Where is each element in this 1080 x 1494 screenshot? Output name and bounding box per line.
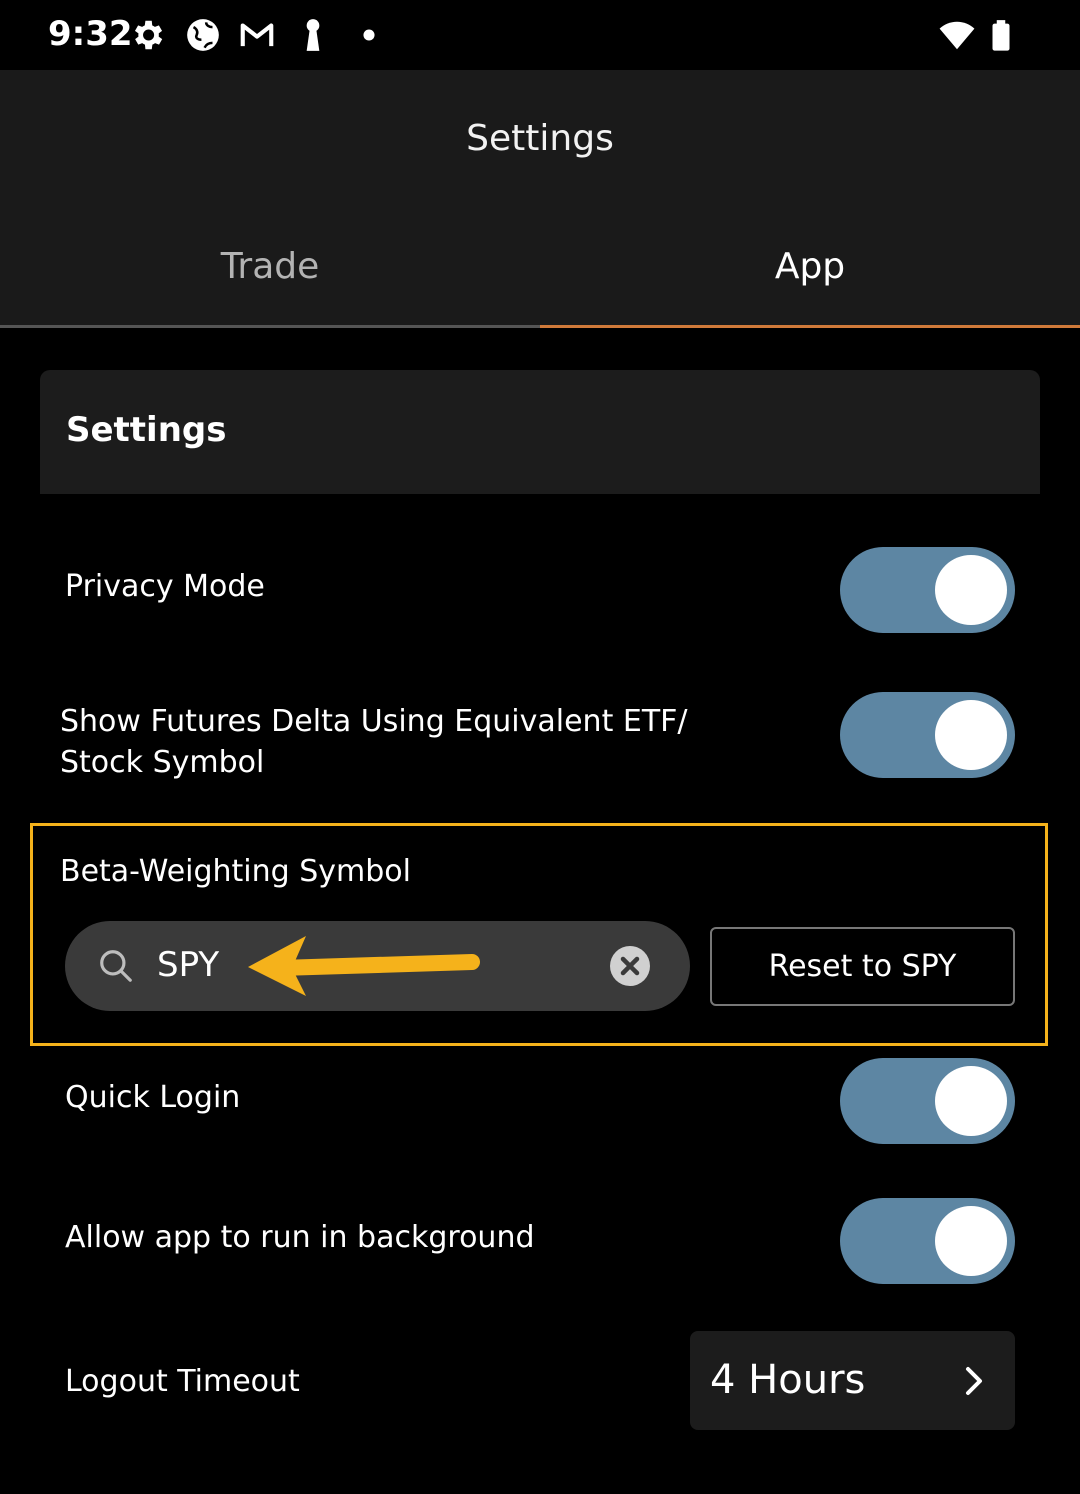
search-icon [100,950,132,982]
annotation-arrow-icon [248,936,480,996]
settings-section-header: Settings [40,370,1040,494]
logout-timeout-value: 4 Hours [710,1357,866,1403]
quick-login-toggle[interactable] [840,1058,1015,1144]
background-toggle[interactable] [840,1198,1015,1284]
toggle-knob [935,555,1007,625]
tab-trade[interactable]: Trade [0,246,540,287]
futures-delta-toggle[interactable] [840,692,1015,778]
wifi-icon [939,21,975,50]
app-header: Settings Trade App [0,70,1080,328]
section-title: Settings [66,410,227,450]
battery-icon [992,20,1010,51]
gmail-icon [240,23,274,47]
reset-to-spy-button[interactable]: Reset to SPY [710,927,1015,1006]
beta-symbol-value: SPY [157,945,220,985]
status-time: 9:32 [48,14,133,54]
chevron-right-icon [966,1367,982,1395]
toggle-knob [935,700,1007,770]
toggle-knob [935,1066,1007,1136]
logout-timeout-select[interactable]: 4 Hours [690,1331,1015,1430]
tab-app-underline [540,325,1080,328]
background-label: Allow app to run in background [65,1220,535,1255]
futures-delta-label-line1: Show Futures Delta Using Equivalent ETF/ [60,704,688,739]
privacy-mode-label: Privacy Mode [65,569,265,604]
tab-trade-underline [0,325,540,328]
quick-login-label: Quick Login [65,1080,241,1115]
futures-delta-label-line2: Stock Symbol [60,745,265,780]
dot-icon [363,29,375,41]
status-bar: 9:32 [0,0,1080,70]
gear-icon [134,20,163,50]
privacy-mode-toggle[interactable] [840,547,1015,633]
page-title: Settings [466,118,614,159]
toggle-knob [935,1206,1007,1276]
beta-weighting-label: Beta-Weighting Symbol [60,854,411,889]
keyhole-icon [306,19,320,51]
tab-app[interactable]: App [540,246,1080,287]
logout-timeout-label: Logout Timeout [65,1364,300,1399]
clear-icon[interactable] [610,946,650,986]
globe-icon [187,19,219,51]
